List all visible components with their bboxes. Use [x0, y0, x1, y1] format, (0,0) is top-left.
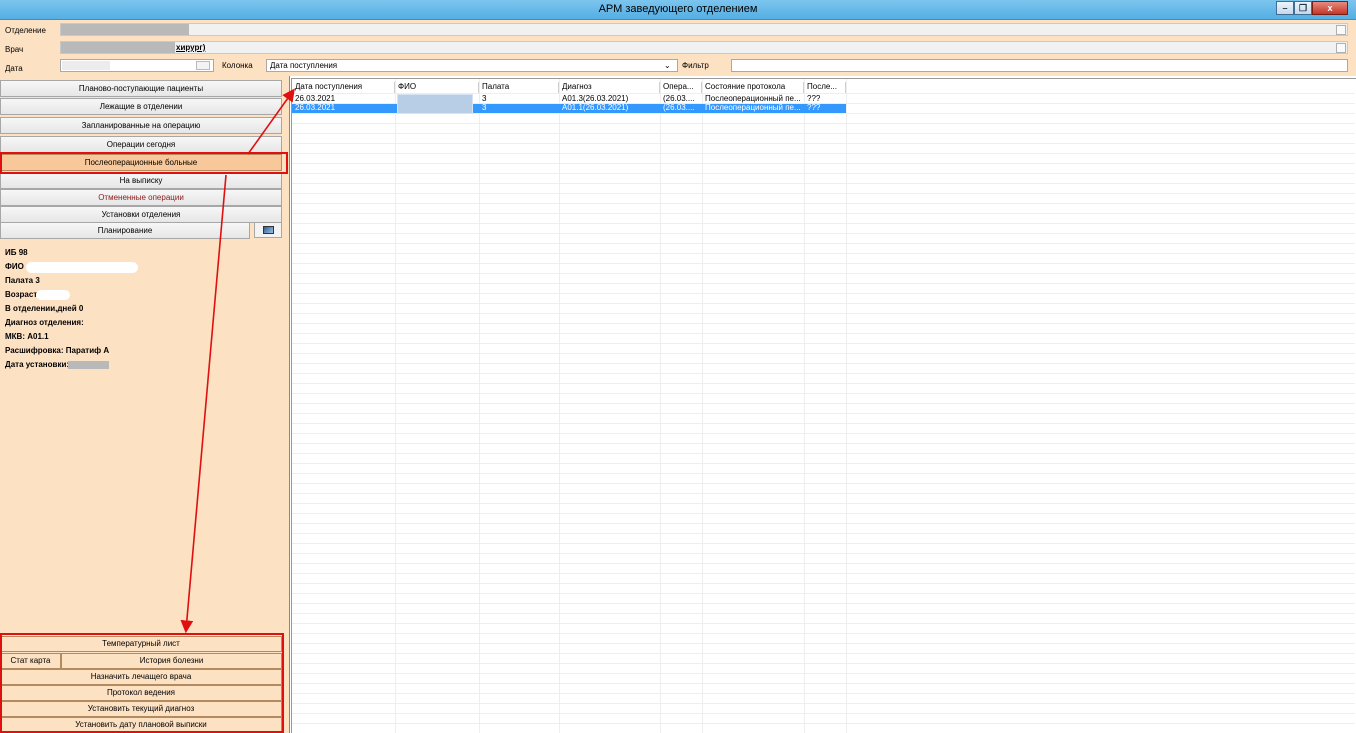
arrow-to-table — [247, 88, 295, 155]
annotation-arrows — [180, 88, 295, 634]
arrow-to-actions — [180, 174, 227, 634]
